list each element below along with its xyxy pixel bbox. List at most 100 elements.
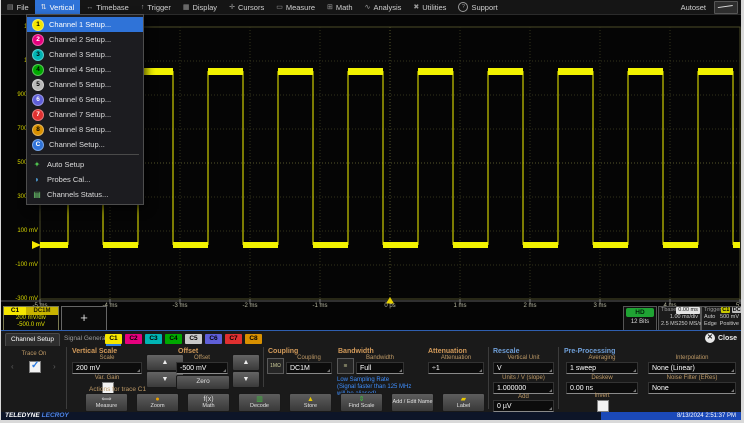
interpolation-field[interactable]: None (Linear) [648,362,736,374]
scale-field[interactable]: 200 mV [72,362,142,374]
offset-down-button[interactable]: ▼ [232,371,260,388]
action-button-find-scale[interactable]: ⇕Find Scale [340,393,383,412]
offset-up-button[interactable]: ▲ [232,354,260,371]
averaging-field[interactable]: 1 sweep [566,362,638,374]
menu-item-label: Display [192,3,217,12]
channel-1-icon: 1 [32,19,44,31]
dropdown-item-channel-1-setup[interactable]: 1Channel 1 Setup... [27,17,143,32]
file-icon: ▤ [7,4,14,11]
dropdown-item-label: Probes Cal... [47,175,90,184]
scale-label: Scale [72,355,142,361]
deskew-label: Deskew [566,375,638,381]
dropdown-item-channel-5-setup[interactable]: 5Channel 5 Setup... [27,77,143,92]
next-channel-arrow[interactable]: › [53,363,56,371]
channel-chip-c6[interactable]: C6 [205,334,222,344]
menu-item-analysis[interactable]: ∿Analysis [359,0,408,14]
menu-item-utilities[interactable]: ✖Utilities [407,0,452,14]
action-button-zoom[interactable]: ●Zoom [136,393,179,412]
dropdown-item-label: Channel 5 Setup... [49,80,111,89]
add-trace-button[interactable]: + [61,306,107,331]
channel-chip-c8[interactable]: C8 [245,334,262,344]
channel-descriptor-c1[interactable]: C1 DC1M 200 mV/div -500.0 mV [3,306,59,331]
dropdown-item-channel-3-setup[interactable]: 3Channel 3 Setup... [27,47,143,62]
dropdown-item-probes-cal[interactable]: ◗Probes Cal... [27,172,143,187]
units-per-v-field[interactable]: 1.000000 [493,382,554,394]
y-axis-label: 100 mV [1,228,38,234]
x-axis-label: -1 ms [313,303,328,309]
dropdown-item-channel-2-setup[interactable]: 2Channel 2 Setup... [27,32,143,47]
dropdown-item-channel-7-setup[interactable]: 7Channel 7 Setup... [27,107,143,122]
channel-chip-c2[interactable]: C2 [125,334,142,344]
close-icon: ✕ [705,333,715,343]
noise-filter-field[interactable]: None [648,382,736,394]
units-per-v-label: Units / V (slope) [493,375,554,381]
invert-label: Invert [566,393,638,399]
trigger-summary-box[interactable]: TriggerC1 DC Auto500 mV EdgePositive [701,306,741,331]
dropdown-item-channel-8-setup[interactable]: 8Channel 8 Setup... [27,122,143,137]
coupling-field[interactable]: DC1M [286,362,332,374]
hd-resolution-box[interactable]: HD 12 Bits [623,306,657,331]
cursors-icon: ✛ [229,4,235,11]
x-axis-label: -3 ms [173,303,188,309]
dropdown-item-channels-status[interactable]: ▤Channels Status... [27,187,143,202]
menu-item-vertical[interactable]: ⇅Vertical [35,0,80,14]
timebase-delay: 0.00 ms [676,307,700,314]
action-button-label[interactable]: ▰Label [442,393,485,412]
noise-filter-label: Noise Filter (ERes) [648,375,736,381]
channel-chip-c3[interactable]: C3 [145,334,162,344]
vertical-unit-field[interactable]: V [493,362,554,374]
tab-channel-setup[interactable]: Channel Setup [5,333,60,346]
channel-chip-c7[interactable]: C7 [225,334,242,344]
menu-item-math[interactable]: ⊞Math [321,0,359,14]
invert-checkbox[interactable] [597,400,609,412]
menu-item-file[interactable]: ▤File [1,0,35,14]
action-button-decode[interactable]: ▥Decode [238,393,281,412]
offset-field[interactable]: -500 mV [176,362,228,374]
action-button-label: Add / Edit Name [392,399,432,405]
action-button-store[interactable]: ▲Store [289,393,332,412]
timebase-summary-box[interactable]: Tbase0.00 ms 1.00 ms/div 2.5 MS250 MS/s [658,306,701,331]
menu-item-timebase[interactable]: ↔Timebase [80,0,135,14]
action-button-label: Measure [96,403,117,409]
channel-4-icon: 4 [32,64,44,76]
menu-item-display[interactable]: ▦Display [177,0,223,14]
menu-item-cursors[interactable]: ✛Cursors [223,0,270,14]
menu-item-label: Support [471,3,497,12]
datetime: 8/13/2024 2:51:37 PM [601,412,741,420]
close-button[interactable]: ✕ Close [705,333,737,343]
channel-chip-c1[interactable]: C1 [105,334,122,344]
dropdown-item-channel-setup[interactable]: CChannel Setup... [27,137,143,152]
attenuation-field[interactable]: ÷1 [428,362,484,374]
bandwidth-field[interactable]: Full [356,362,404,374]
actions-label: Actions for trace C1 [89,386,179,393]
lecroy-logo [714,1,738,14]
autoset-button[interactable]: Autoset [681,0,710,14]
channel-chip-c5[interactable]: C5 [185,334,202,344]
dropdown-item-label: Channel 3 Setup... [49,50,111,59]
menu-item-measure[interactable]: ▭Measure [270,0,321,14]
bandwidth-label: Bandwidth [356,355,404,361]
math-icon: f(x) [203,396,213,403]
trace-on-checkbox[interactable] [29,361,41,373]
menu-item-label: File [17,3,29,12]
trigger-source-badge: C1 [721,307,730,313]
vertical-unit-label: Vertical Unit [493,355,554,361]
menu-item-trigger[interactable]: ↑Trigger [135,0,177,14]
trace-on-label: Trace On [9,351,59,357]
menu-item-support[interactable]: ?Support [452,0,503,14]
action-button-add-edit-name[interactable]: Add / Edit Name [391,393,434,412]
averaging-label: Averaging [566,355,638,361]
action-button-measure[interactable]: ⟺Measure [85,393,128,412]
zero-button[interactable]: Zero [176,375,230,390]
dropdown-item-auto-setup[interactable]: ✦Auto Setup [27,157,143,172]
trigger-slope: Positive [720,321,739,328]
channel-chip-c4[interactable]: C4 [165,334,182,344]
dropdown-item-channel-6-setup[interactable]: 6Channel 6 Setup... [27,92,143,107]
add-field[interactable]: 0 µV [493,400,554,412]
prev-channel-arrow[interactable]: ‹ [11,363,14,371]
dropdown-item-label: Channel 6 Setup... [49,95,111,104]
descriptor-offset: -500.0 mV [4,322,58,329]
dropdown-item-channel-4-setup[interactable]: 4Channel 4 Setup... [27,62,143,77]
action-button-math[interactable]: f(x)Math [187,393,230,412]
decode-icon: ▥ [256,396,263,403]
